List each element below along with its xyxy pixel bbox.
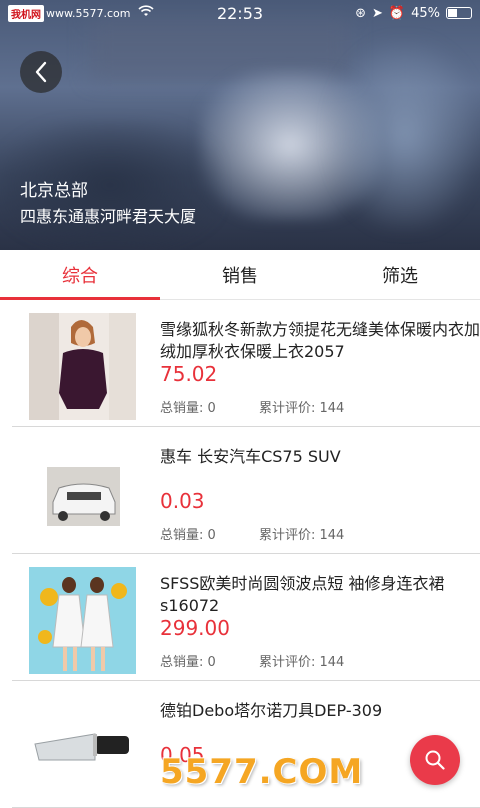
product-title: 雪缘狐秋冬新款方领提花无缝美体保暖内衣加绒加厚秋衣保暖上衣2057 — [160, 320, 480, 361]
product-item[interactable]: 雪缘狐秋冬新款方领提花无缝美体保暖内衣加绒加厚秋衣保暖上衣2057 75.02 … — [12, 300, 480, 427]
search-icon — [425, 750, 445, 770]
product-price: 75.02 — [160, 362, 218, 386]
product-title: 惠车 长安汽车CS75 SUV — [160, 447, 341, 466]
search-button[interactable] — [410, 735, 460, 785]
product-thumbnail — [29, 313, 136, 420]
store-name: 北京总部 — [20, 181, 88, 201]
product-price: 299.00 — [160, 616, 230, 640]
total-sales: 总销量: 0 — [160, 655, 216, 670]
product-thumbnail — [29, 567, 136, 674]
product-title: SFSS欧美时尚圆领波点短 袖修身连衣裙s16072 — [160, 574, 445, 615]
total-sales: 总销量: 0 — [160, 401, 216, 416]
product-list: 雪缘狐秋冬新款方领提花无缝美体保暖内衣加绒加厚秋衣保暖上衣2057 75.02 … — [0, 300, 480, 808]
chevron-left-icon — [35, 61, 47, 83]
battery-icon — [446, 7, 472, 19]
lock-rotation-icon: ⊛ — [355, 5, 366, 21]
total-reviews: 累计评价: 144 — [259, 528, 345, 543]
total-reviews: 累计评价: 144 — [259, 655, 345, 670]
wifi-icon — [138, 5, 155, 21]
product-price: 0.03 — [160, 489, 205, 513]
store-banner: 我机网 www.5577.com 22:53 ⊛ ➤ ⏰ 45% 北京总部 四惠… — [0, 0, 480, 250]
carrier-url: www.5577.com — [46, 6, 131, 20]
store-address: 四惠东通惠河畔君天大厦 — [20, 207, 197, 226]
back-button[interactable] — [20, 51, 62, 93]
tab-overall[interactable]: 综合 — [0, 250, 160, 300]
carrier-label: 我机网 — [8, 4, 44, 22]
watermark: 5577.COM — [160, 752, 364, 792]
status-bar: 我机网 www.5577.com 22:53 ⊛ ➤ ⏰ 45% — [0, 0, 480, 26]
tab-filter[interactable]: 筛选 — [320, 250, 480, 299]
location-icon: ➤ — [372, 5, 383, 21]
product-title: 德铂Debo塔尔诺刀具DEP-309 — [160, 701, 383, 720]
alarm-icon: ⏰ — [388, 5, 406, 21]
battery-percent: 45% — [411, 5, 440, 21]
tab-sales[interactable]: 销售 — [160, 250, 320, 299]
tab-bar: 综合 销售 筛选 — [0, 250, 480, 300]
total-reviews: 累计评价: 144 — [259, 401, 345, 416]
product-thumbnail — [29, 440, 136, 547]
product-thumbnail — [29, 694, 136, 801]
product-item[interactable]: SFSS欧美时尚圆领波点短 袖修身连衣裙s16072 299.00 总销量: 0… — [12, 554, 480, 681]
product-item[interactable]: 惠车 长安汽车CS75 SUV 0.03 总销量: 0 累计评价: 144 — [12, 427, 480, 554]
total-sales: 总销量: 0 — [160, 528, 216, 543]
